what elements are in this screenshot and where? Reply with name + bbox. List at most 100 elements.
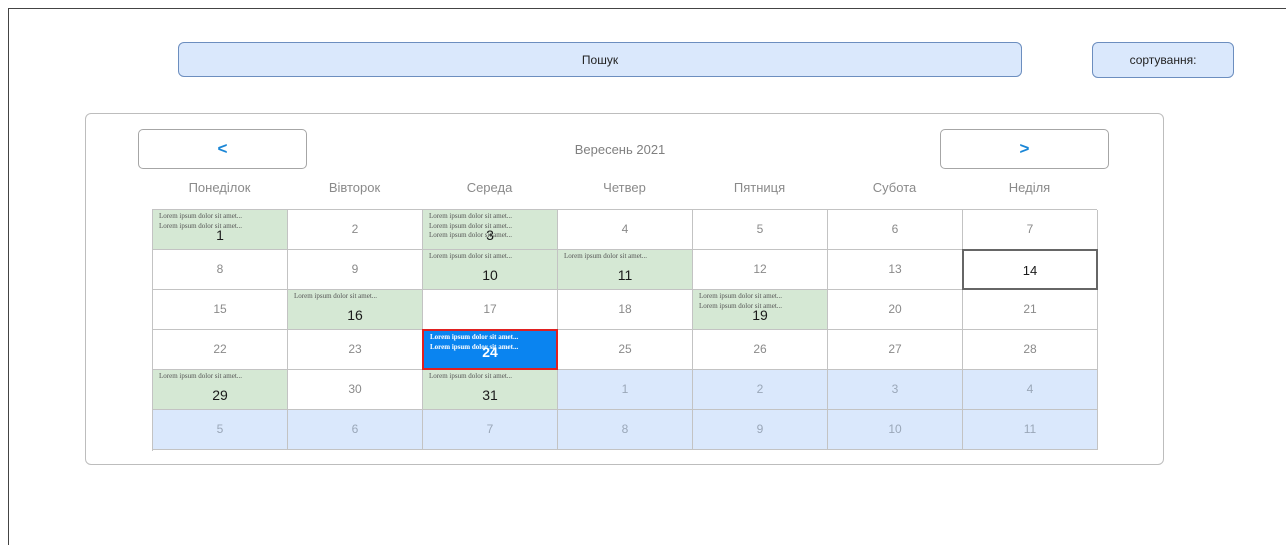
calendar-day-cell[interactable]: 9	[693, 410, 828, 450]
day-number: 20	[888, 302, 902, 316]
event-item[interactable]: Lorem ipsum dolor sit amet...	[294, 292, 418, 302]
day-number: 6	[351, 422, 359, 436]
event-item[interactable]: Lorem ipsum dolor sit amet...	[429, 252, 553, 262]
calendar-day-cell[interactable]: 8	[153, 250, 288, 290]
calendar-day-cell[interactable]: 20	[828, 290, 963, 330]
calendar-day-cell[interactable]: 28	[963, 330, 1098, 370]
calendar-day-cell[interactable]: 3	[828, 370, 963, 410]
day-number: 22	[213, 342, 227, 356]
weekday-label: Неділя	[1008, 180, 1051, 195]
calendar-day-cell[interactable]: 13	[828, 250, 963, 290]
day-number: 4	[1026, 382, 1034, 396]
event-item[interactable]: Lorem ipsum dolor sit amet...	[430, 333, 552, 343]
day-number: 2	[351, 222, 359, 236]
chevron-right-icon: >	[1019, 139, 1030, 158]
day-number: 5	[216, 422, 224, 436]
calendar-day-cell[interactable]: Lorem ipsum dolor sit amet... Lorem ipsum…	[153, 210, 288, 250]
day-number: 19	[752, 307, 768, 323]
day-number: 13	[888, 262, 902, 276]
day-number: 10	[482, 267, 498, 283]
calendar-day-cell[interactable]: 4	[963, 370, 1098, 410]
calendar-day-cell[interactable]: Lorem ipsum dolor sit amet... 29	[153, 370, 288, 410]
calendar-day-cell[interactable]: 8	[558, 410, 693, 450]
day-number: 1	[621, 382, 629, 396]
prev-month-button[interactable]: <	[138, 129, 307, 169]
day-number: 11	[1023, 422, 1037, 436]
calendar-day-cell[interactable]: 15	[153, 290, 288, 330]
calendar-day-cell[interactable]: 26	[693, 330, 828, 370]
day-number: 7	[1026, 222, 1034, 236]
day-number: 24	[482, 344, 498, 360]
event-item[interactable]: Lorem ipsum dolor sit amet...	[429, 212, 553, 222]
day-number: 27	[888, 342, 902, 356]
day-number: 8	[216, 262, 224, 276]
day-number: 3	[891, 382, 899, 396]
weekday-label: Середа	[466, 180, 513, 195]
weekday-label: Вівторок	[328, 180, 381, 195]
event-item[interactable]: Lorem ipsum dolor sit amet...	[429, 372, 553, 382]
calendar-day-cell[interactable]: 9	[288, 250, 423, 290]
calendar-day-cell[interactable]: 17	[423, 290, 558, 330]
calendar-day-cell[interactable]: 22	[153, 330, 288, 370]
event-item[interactable]: Lorem ipsum dolor sit amet...	[159, 372, 283, 382]
day-number: 26	[753, 342, 767, 356]
day-number: 30	[348, 382, 362, 396]
calendar-day-cell[interactable]: 5	[153, 410, 288, 450]
calendar-day-cell[interactable]: 7	[423, 410, 558, 450]
day-number: 16	[347, 307, 363, 323]
chevron-left-icon: <	[217, 139, 228, 158]
calendar-day-cell[interactable]: Lorem ipsum dolor sit amet... 16	[288, 290, 423, 330]
weekday-label: Пятниця	[733, 180, 786, 195]
calendar-day-cell[interactable]: 14	[962, 249, 1098, 290]
calendar-day-cell[interactable]: Lorem ipsum dolor sit amet... Lorem ipsum…	[423, 210, 558, 250]
calendar-day-cell[interactable]: 11	[963, 410, 1098, 450]
day-number: 1	[216, 227, 224, 243]
calendar-day-cell[interactable]: 7	[963, 210, 1098, 250]
event-item[interactable]: Lorem ipsum dolor sit amet...	[159, 212, 283, 222]
day-number: 14	[1022, 263, 1038, 278]
calendar-day-cell[interactable]: 4	[558, 210, 693, 250]
calendar-day-cell[interactable]: 30	[288, 370, 423, 410]
calendar-day-cell[interactable]: Lorem ipsum dolor sit amet... 11	[558, 250, 693, 290]
calendar-day-cell[interactable]: Lorem ipsum dolor sit amet... Lorem ipsum…	[693, 290, 828, 330]
calendar-day-cell[interactable]: 1	[558, 370, 693, 410]
day-number: 4	[621, 222, 629, 236]
day-number: 12	[753, 262, 767, 276]
calendar-day-cell[interactable]: 2	[693, 370, 828, 410]
calendar-grid: Lorem ipsum dolor sit amet... Lorem ipsum…	[152, 209, 1098, 451]
calendar-day-cell[interactable]: Lorem ipsum dolor sit amet... Lorem ipsum…	[422, 329, 558, 370]
calendar-day-cell[interactable]: 12	[693, 250, 828, 290]
calendar-day-cell[interactable]: Lorem ipsum dolor sit amet... 10	[423, 250, 558, 290]
weekday-label: Четвер	[603, 180, 646, 195]
calendar-day-cell[interactable]: 25	[558, 330, 693, 370]
event-list: Lorem ipsum dolor sit amet...	[429, 252, 553, 262]
calendar-day-cell[interactable]: 27	[828, 330, 963, 370]
day-number: 18	[618, 302, 632, 316]
calendar-day-cell[interactable]: 10	[828, 410, 963, 450]
event-list: Lorem ipsum dolor sit amet...	[429, 372, 553, 382]
search-input[interactable]: Пошук	[178, 42, 1022, 77]
sort-button[interactable]: сортування:	[1092, 42, 1234, 78]
day-number: 23	[348, 342, 362, 356]
day-number: 17	[483, 302, 497, 316]
day-number: 6	[891, 222, 899, 236]
day-number: 29	[212, 387, 228, 403]
calendar-day-cell[interactable]: 6	[828, 210, 963, 250]
day-number: 25	[618, 342, 632, 356]
calendar-day-cell[interactable]: Lorem ipsum dolor sit amet... 31	[423, 370, 558, 410]
next-month-button[interactable]: >	[940, 129, 1109, 169]
calendar-day-cell[interactable]: 6	[288, 410, 423, 450]
sort-label: сортування:	[1129, 53, 1197, 67]
day-number: 21	[1023, 302, 1037, 316]
day-number: 8	[621, 422, 629, 436]
calendar-day-cell[interactable]: 18	[558, 290, 693, 330]
calendar-day-cell[interactable]: 2	[288, 210, 423, 250]
calendar-day-cell[interactable]: 23	[288, 330, 423, 370]
event-item[interactable]: Lorem ipsum dolor sit amet...	[564, 252, 688, 262]
day-number: 11	[617, 267, 633, 283]
event-item[interactable]: Lorem ipsum dolor sit amet...	[699, 292, 823, 302]
calendar-day-cell[interactable]: 21	[963, 290, 1098, 330]
calendar-day-cell[interactable]: 5	[693, 210, 828, 250]
weekday-label: Понеділок	[188, 180, 251, 195]
event-list: Lorem ipsum dolor sit amet...	[564, 252, 688, 262]
